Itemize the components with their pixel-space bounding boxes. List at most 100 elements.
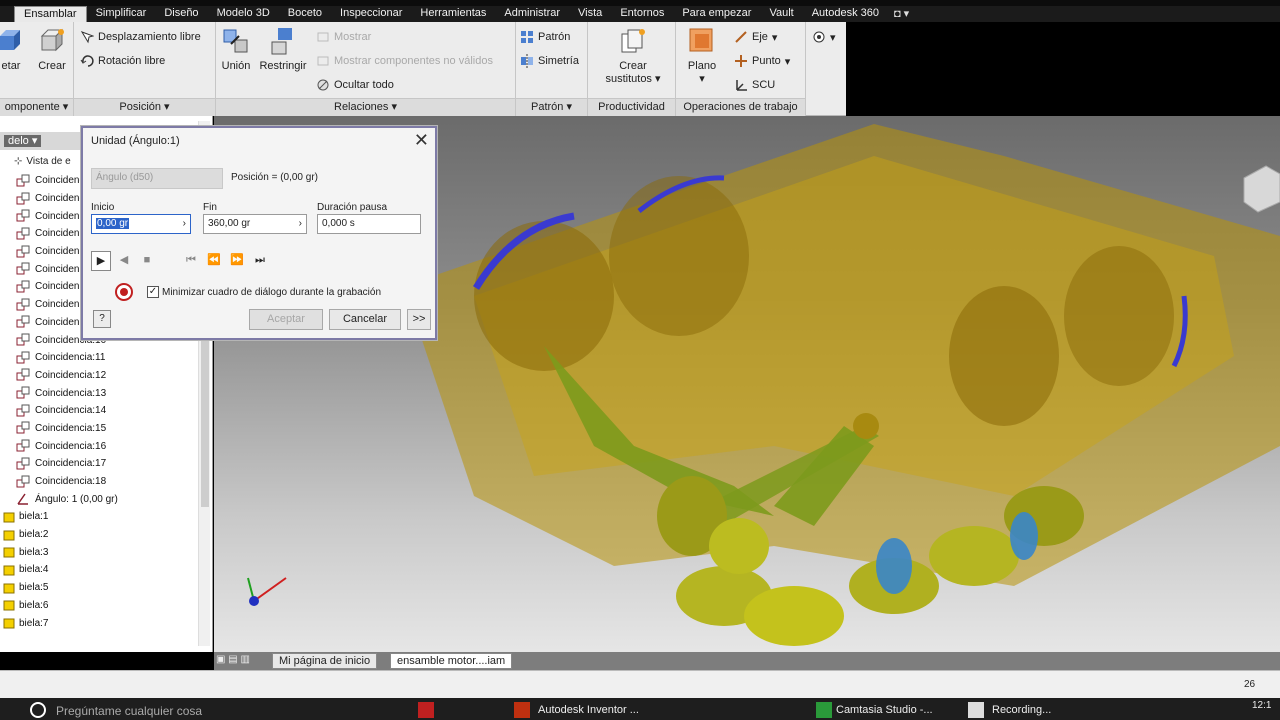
more-button[interactable]: >>	[407, 309, 431, 330]
crear-button[interactable]: Crear	[34, 26, 70, 73]
tree-item-label: Coincidenc	[35, 193, 85, 205]
stop-button[interactable]: ■	[137, 251, 157, 271]
go-to-end-button[interactable]: ⏭	[250, 251, 270, 271]
help-icon: ?	[99, 313, 105, 324]
taskbar-app-inventor[interactable]: Autodesk Inventor ...	[538, 704, 639, 716]
browser-title[interactable]: delo ▾	[4, 135, 42, 147]
panel-posicion-footer[interactable]: Posición ▾	[74, 98, 215, 116]
tab-administrar[interactable]: Administrar	[495, 6, 569, 22]
punto-button[interactable]: Punto ▾	[734, 54, 790, 68]
tab-simplificar[interactable]: Simplificar	[87, 6, 156, 22]
camtasia-icon	[816, 702, 832, 718]
chevron-right-icon[interactable]: ›	[299, 215, 302, 233]
panel-componente-footer[interactable]: omponente ▾	[0, 98, 73, 116]
inicio-input[interactable]: 0,00 gr ›	[91, 214, 191, 234]
tree-item-label: Coinciden	[35, 316, 80, 328]
tab-diseno[interactable]: Diseño	[155, 6, 207, 22]
taskbar-search[interactable]: Pregúntame cualquier cosa	[56, 704, 202, 718]
play-reverse-button[interactable]: ◀	[114, 251, 134, 271]
mostrar-button[interactable]: Mostrar	[316, 30, 371, 44]
eje-button[interactable]: Eje ▾	[734, 30, 777, 44]
tree-item-label: biela:6	[19, 599, 49, 611]
crear-sustitutos-button[interactable]: Crear sustitutos ▾	[596, 26, 670, 86]
browser-part-item[interactable]: biela:6	[0, 597, 197, 615]
tab-modelo-3d[interactable]: Modelo 3D	[208, 6, 279, 22]
constraint-icon	[16, 262, 30, 276]
plano-button[interactable]: Plano ▾	[682, 26, 722, 86]
navigation-dropdown[interactable]: ▾	[812, 30, 836, 44]
minimize-checkbox[interactable]: ✓	[147, 286, 159, 298]
desplazamiento-libre-button[interactable]: Desplazamiento libre	[80, 30, 201, 44]
record-button[interactable]	[113, 282, 135, 302]
tab-assembly[interactable]: ensamble motor....iam	[390, 653, 513, 669]
tab-ensamblar[interactable]: Ensamblar	[14, 6, 87, 22]
browser-part-item[interactable]: biela:7	[0, 614, 197, 632]
tab-herramientas[interactable]: Herramientas	[411, 6, 495, 22]
step-back-button[interactable]: ⏪	[204, 251, 224, 271]
tree-item-label: Coinciden	[35, 299, 80, 311]
search-icon[interactable]	[30, 702, 46, 718]
patron-button[interactable]: Patrón	[520, 30, 570, 44]
close-icon[interactable]: ✕	[414, 130, 429, 150]
rotacion-libre-button[interactable]: Rotación libre	[80, 54, 165, 68]
fin-input[interactable]: 360,00 gr ›	[203, 214, 307, 234]
chevron-right-icon[interactable]: ›	[183, 215, 186, 233]
go-to-start-button[interactable]: ⏮	[181, 251, 201, 271]
help-button[interactable]: ?	[93, 310, 111, 328]
tree-item-label: Coinciden	[35, 281, 80, 293]
taskbar-app-recording[interactable]: Recording...	[992, 704, 1051, 716]
browser-part-item[interactable]: biela:3	[0, 543, 197, 561]
scu-button[interactable]: SCU	[734, 78, 775, 92]
ribbon-toggle-icon[interactable]: ◘ ▾	[888, 6, 915, 22]
tree-item-label: Coincidencia:13	[35, 387, 107, 399]
skip-start-icon: ⏮	[186, 254, 196, 266]
browser-constraint-item[interactable]: Coincidencia:18	[0, 473, 197, 491]
browser-constraint-item[interactable]: Coincidencia:14	[0, 402, 197, 420]
windows-taskbar: Pregúntame cualquier cosa Autodesk Inven…	[0, 698, 1280, 720]
browser-angle-item[interactable]: Ángulo: 1 (0,00 gr)	[0, 490, 197, 508]
union-button[interactable]: Unión	[218, 26, 254, 73]
browser-constraint-item[interactable]: Coincidencia:17	[0, 455, 197, 473]
panel-productividad-footer: Productividad	[588, 98, 675, 116]
minimize-checkbox-row[interactable]: ✓ Minimizar cuadro de diálogo durante la…	[147, 286, 381, 298]
tab-home-page[interactable]: Mi página de inicio	[272, 653, 378, 669]
browser-constraint-item[interactable]: Coincidencia:11	[0, 349, 197, 367]
browser-constraint-item[interactable]: Coincidencia:16	[0, 437, 197, 455]
ocultar-todo-button[interactable]: Ocultar todo	[316, 78, 394, 92]
mostrar-invalidos-button[interactable]: Mostrar componentes no válidos	[316, 54, 493, 68]
tab-vault[interactable]: Vault	[760, 6, 802, 22]
browser-part-item[interactable]: biela:5	[0, 579, 197, 597]
eje-icon	[734, 30, 748, 44]
cancel-button[interactable]: Cancelar	[329, 309, 401, 330]
browser-constraint-item[interactable]: Coincidencia:13	[0, 384, 197, 402]
browser-part-item[interactable]: biela:1	[0, 508, 197, 526]
insertar-button[interactable]: etar	[0, 26, 26, 73]
tab-autodesk-360[interactable]: Autodesk 360	[803, 6, 888, 22]
panel-patron: Patrón Simetría Patrón ▾	[516, 22, 588, 116]
constraint-field[interactable]: Ángulo (d50)	[91, 168, 223, 189]
tab-inspeccionar[interactable]: Inspeccionar	[331, 6, 411, 22]
pausa-input[interactable]: 0,000 s	[317, 214, 421, 234]
tree-item-label: Coincidencia:12	[35, 369, 107, 381]
browser-constraint-item[interactable]: Coincidencia:15	[0, 420, 197, 438]
tab-entornos[interactable]: Entornos	[611, 6, 673, 22]
tab-para-empezar[interactable]: Para empezar	[673, 6, 760, 22]
tab-boceto[interactable]: Boceto	[279, 6, 331, 22]
autodesk-icon[interactable]	[418, 702, 434, 718]
tab-vista[interactable]: Vista	[569, 6, 611, 22]
browser-view-selector[interactable]: ⊹ Vista de e	[14, 156, 71, 167]
browser-part-item[interactable]: biela:2	[0, 526, 197, 544]
panel-patron-footer[interactable]: Patrón ▾	[516, 98, 587, 116]
simetria-button[interactable]: Simetría	[520, 54, 579, 68]
browser-part-item[interactable]: biela:4	[0, 561, 197, 579]
panel-relaciones-footer[interactable]: Relaciones ▾	[216, 98, 515, 116]
browser-constraint-item[interactable]: Coincidencia:12	[0, 367, 197, 385]
accept-button[interactable]: Aceptar	[249, 309, 323, 330]
step-forward-button[interactable]: ⏩	[227, 251, 247, 271]
status-bar: 26	[0, 670, 1280, 698]
restringir-button[interactable]: Restringir	[256, 26, 310, 73]
tile-windows-icon[interactable]: ▣ ▤ ▥	[216, 654, 250, 665]
taskbar-app-camtasia[interactable]: Camtasia Studio -...	[836, 704, 933, 716]
play-forward-button[interactable]: ▶	[91, 251, 111, 271]
tree-item-label: Ángulo: 1 (0,00 gr)	[35, 493, 118, 505]
